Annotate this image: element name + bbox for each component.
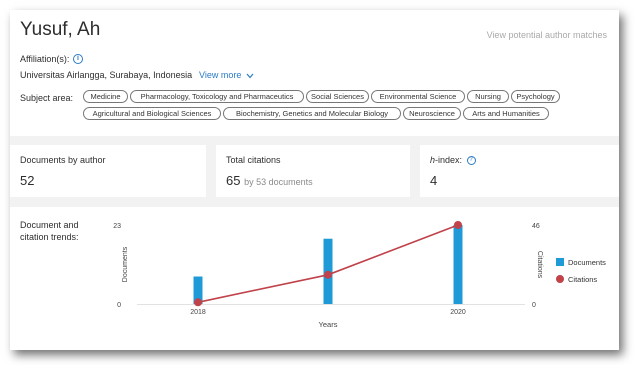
chevron-down-icon [246, 73, 254, 79]
citations-label: Total citations [226, 155, 281, 165]
hindex-metric-card[interactable]: h-index: ? 4 [420, 145, 619, 197]
legend-citations-swatch [556, 275, 564, 283]
hindex-value: 4 [430, 173, 438, 188]
subject-pill-neuroscience[interactable]: Neuroscience [403, 107, 461, 120]
documents-label: Documents by author [20, 155, 106, 165]
info-icon[interactable]: i [73, 54, 83, 64]
citations-metric-card[interactable]: Total citations 65 by 53 documents [216, 145, 410, 197]
legend-documents-swatch [556, 258, 564, 266]
citations-sub: by 53 documents [244, 177, 313, 187]
subject-pill-biochemistry[interactable]: Biochemistry, Genetics and Molecular Bio… [223, 107, 401, 120]
citations-point-2018 [194, 298, 202, 307]
view-more-label: View more [199, 70, 242, 80]
citations-point-2020 [454, 221, 462, 229]
x-tick-2018: 2018 [190, 309, 206, 316]
help-icon[interactable]: ? [466, 156, 476, 166]
view-more-link[interactable]: View more [199, 70, 254, 80]
hindex-label: h-index: ? [430, 155, 476, 166]
right-axis-min-tick: 0 [532, 302, 536, 309]
left-axis-max-tick: 23 [113, 223, 121, 230]
subject-pill-pharmacology[interactable]: Pharmacology, Toxicology and Pharmaceuti… [130, 90, 304, 103]
documents-bar-2020 [453, 225, 463, 304]
left-axis-min-tick: 0 [117, 302, 121, 309]
affiliation-value: Universitas Airlangga, Surabaya, Indones… [20, 70, 193, 80]
hindex-label-rest: -index: [435, 155, 463, 165]
citations-value-row: 65 by 53 documents [226, 173, 313, 188]
documents-value: 52 [20, 173, 35, 188]
right-axis-max-tick: 46 [532, 223, 540, 230]
right-axis-label: Citations [536, 251, 543, 279]
author-profile-panel: Yusuf, Ah View potential author matches … [10, 10, 619, 350]
subject-pill-agricultural[interactable]: Agricultural and Biological Sciences [83, 107, 221, 120]
subject-pill-nursing[interactable]: Nursing [467, 90, 509, 103]
legend-citations-label: Citations [568, 275, 597, 284]
subject-pill-psychology[interactable]: Psychology [511, 90, 560, 103]
affiliation-label: Affiliation(s): [20, 54, 70, 64]
potential-author-matches-link[interactable]: View potential author matches [487, 30, 607, 40]
citations-point-2019 [324, 270, 332, 279]
author-details-card: Yusuf, Ah View potential author matches … [10, 10, 619, 136]
author-name: Yusuf, Ah [20, 19, 101, 40]
subject-area-label: Subject area: [20, 93, 74, 103]
legend-documents-label: Documents [568, 258, 606, 267]
subject-pill-social-sciences[interactable]: Social Sciences [306, 90, 369, 103]
trends-chart: 23 0 Documents 46 0 Citations 2018 2020 Years Doc… [113, 221, 606, 329]
subject-pill-medicine[interactable]: Medicine [83, 90, 128, 103]
left-axis-label: Documents [122, 246, 129, 282]
trends-card: Document and citation trends: 23 0 Documen… [10, 207, 619, 350]
subject-pill-arts-humanities[interactable]: Arts and Humanities [463, 107, 549, 120]
subject-pill-environmental-science[interactable]: Environmental Science [371, 90, 465, 103]
x-axis-label: Years [319, 320, 338, 329]
citations-value: 65 [226, 173, 241, 188]
documents-metric-card[interactable]: Documents by author 52 [10, 145, 206, 197]
x-tick-2020: 2020 [450, 309, 466, 316]
